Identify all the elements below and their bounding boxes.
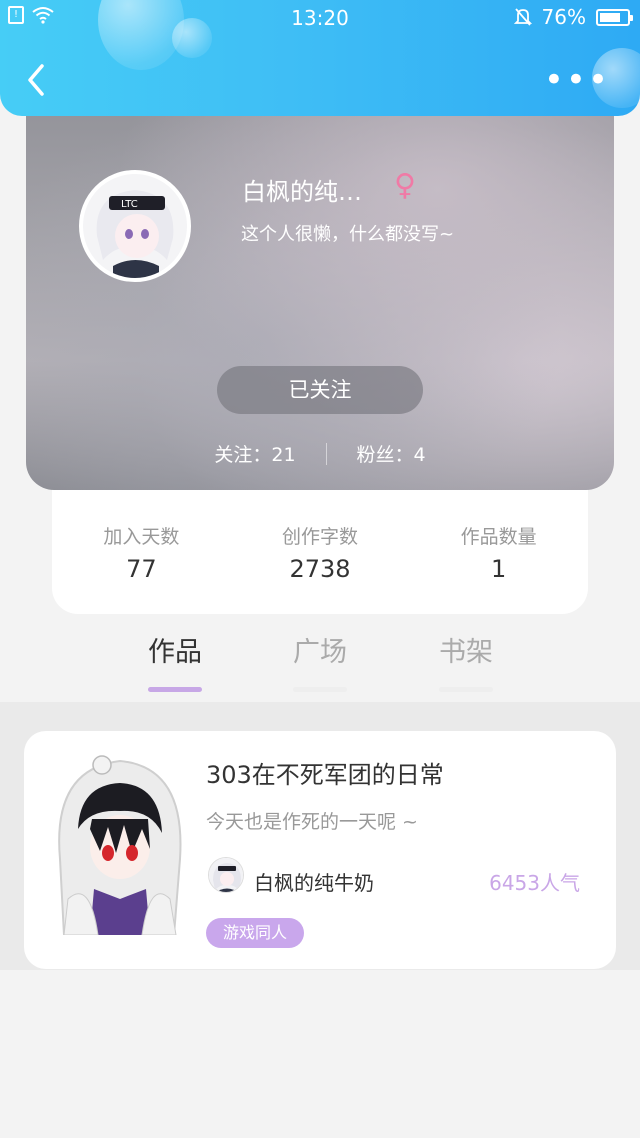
stat-value: 2738 <box>289 555 351 583</box>
profile-bio: 这个人很懒，什么都没写~ <box>241 224 455 245</box>
tab-bookshelf[interactable]: 书架 <box>416 630 516 692</box>
profile-page: ! 13:20 76% ••• LTC 白枫的纯… ♀ 这个人很懒，什么都没写~… <box>0 0 640 1138</box>
author-avatar-image <box>209 858 243 892</box>
profile-name: 白枫的纯… <box>242 178 362 206</box>
profile-card: LTC 白枫的纯… ♀ 这个人很懒，什么都没写~ 已关注 关注：21 粉丝：4 <box>26 60 614 490</box>
top-header: ! 13:20 76% ••• <box>0 0 640 116</box>
tab-square[interactable]: 广场 <box>270 630 370 692</box>
battery-icon <box>596 8 633 26</box>
tab-label: 书架 <box>439 637 493 668</box>
mute-bell-icon <box>513 8 532 26</box>
tab-indicator <box>148 687 202 692</box>
avatar[interactable]: LTC <box>79 170 191 282</box>
more-options-icon[interactable]: ••• <box>544 63 610 97</box>
divider <box>325 442 327 465</box>
author-avatar[interactable] <box>208 857 244 893</box>
author-name[interactable]: 白枫的纯牛奶 <box>254 867 374 896</box>
followers-count[interactable]: 粉丝：4 <box>357 440 426 467</box>
stat-join-days: 加入天数 77 <box>52 522 231 614</box>
status-bar: ! 13:20 76% <box>0 0 640 34</box>
tab-label: 作品 <box>148 637 202 668</box>
category-tag[interactable]: 游戏同人 <box>206 918 304 948</box>
stat-label: 作品数量 <box>460 526 537 548</box>
followed-button[interactable]: 已关注 <box>217 366 423 414</box>
tab-bar: 作品 广场 书架 <box>0 630 640 702</box>
following-count[interactable]: 关注：21 <box>214 440 295 467</box>
female-gender-icon: ♀ <box>394 168 416 203</box>
stat-label: 创作字数 <box>282 526 359 548</box>
stat-value: 77 <box>126 555 157 583</box>
stats-panel: 加入天数 77 创作字数 2738 作品数量 1 <box>52 484 588 614</box>
tab-label: 广场 <box>293 637 347 668</box>
work-description: 今天也是作死的一天呢 ~ <box>206 811 418 833</box>
tab-indicator <box>293 687 347 692</box>
follow-counts: 关注：21 粉丝：4 <box>26 440 614 467</box>
avatar-image: LTC <box>83 174 187 278</box>
battery-level <box>600 12 620 22</box>
work-card[interactable]: 303在不死军团的日常 今天也是作死的一天呢 ~ 白枫的纯牛奶 6453人气 游… <box>24 731 616 969</box>
stat-label: 加入天数 <box>103 526 180 548</box>
back-icon[interactable] <box>22 60 52 100</box>
cover-illustration <box>50 749 188 935</box>
work-title[interactable]: 303在不死军团的日常 <box>206 755 444 790</box>
work-cover-image[interactable] <box>50 749 188 935</box>
tab-indicator <box>439 687 493 692</box>
svg-text:LTC: LTC <box>121 199 138 210</box>
stat-value: 1 <box>491 555 507 583</box>
tab-works[interactable]: 作品 <box>125 630 225 692</box>
battery-percent: 76% <box>541 5 586 29</box>
popularity-count: 6453人气 <box>489 871 580 895</box>
stat-works-count: 作品数量 1 <box>409 522 588 614</box>
stat-word-count: 创作字数 2738 <box>231 522 410 614</box>
